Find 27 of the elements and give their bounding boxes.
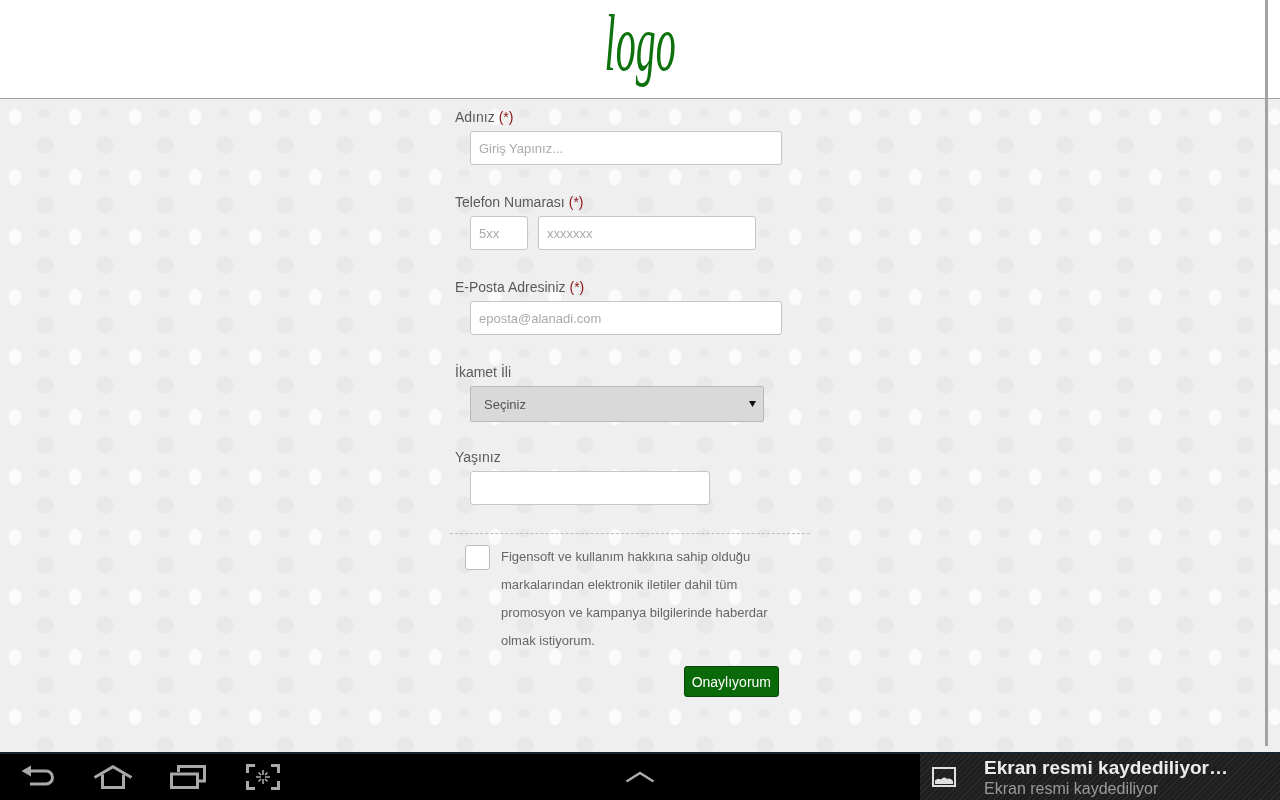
notification-text: Ekran resmi kaydediliyor: [984, 778, 1160, 798]
caret-icon: [749, 401, 756, 407]
required-mark: (*): [569, 278, 585, 296]
notification-title: Ekran resmi kaydediliyor…: [984, 756, 1228, 779]
dropdown[interactable]: Seçiniz: [470, 386, 764, 422]
field-label: Yaşınız: [455, 448, 501, 466]
field-label: İkamet İli: [455, 363, 511, 381]
home-icon: [92, 765, 133, 789]
image-icon: [932, 767, 956, 787]
back-arrow-icon: [20, 765, 55, 789]
input-field[interactable]: Giriş Yapınız...: [470, 131, 782, 165]
input-field[interactable]: xxxxxxx: [538, 216, 756, 250]
input-field[interactable]: 5xx: [470, 216, 528, 250]
field-label: E-Posta Adresiniz: [455, 278, 566, 296]
required-mark: (*): [568, 193, 584, 211]
input-field[interactable]: [470, 471, 710, 505]
capture-frame-icon: [245, 764, 280, 790]
checkbox[interactable]: [465, 545, 490, 570]
scrollbar[interactable]: [1265, 0, 1268, 746]
submit-button[interactable]: Onaylıyorum: [683, 666, 779, 697]
stacked-windows-icon: [169, 765, 206, 789]
chevron-up-icon: [625, 771, 655, 783]
consent-text: Figensoft ve kullanım hakkına sahip olduğu markalarından elektronik iletiler dahil tüm promosyon ve kampanya bilgilerinde haberdar olmak istiyorum.: [501, 548, 769, 650]
field-label: Adınız: [455, 108, 495, 126]
required-mark: (*): [498, 108, 514, 126]
input-field[interactable]: eposta@alanadi.com: [470, 301, 782, 335]
field-label: Telefon Numarası: [455, 193, 565, 211]
